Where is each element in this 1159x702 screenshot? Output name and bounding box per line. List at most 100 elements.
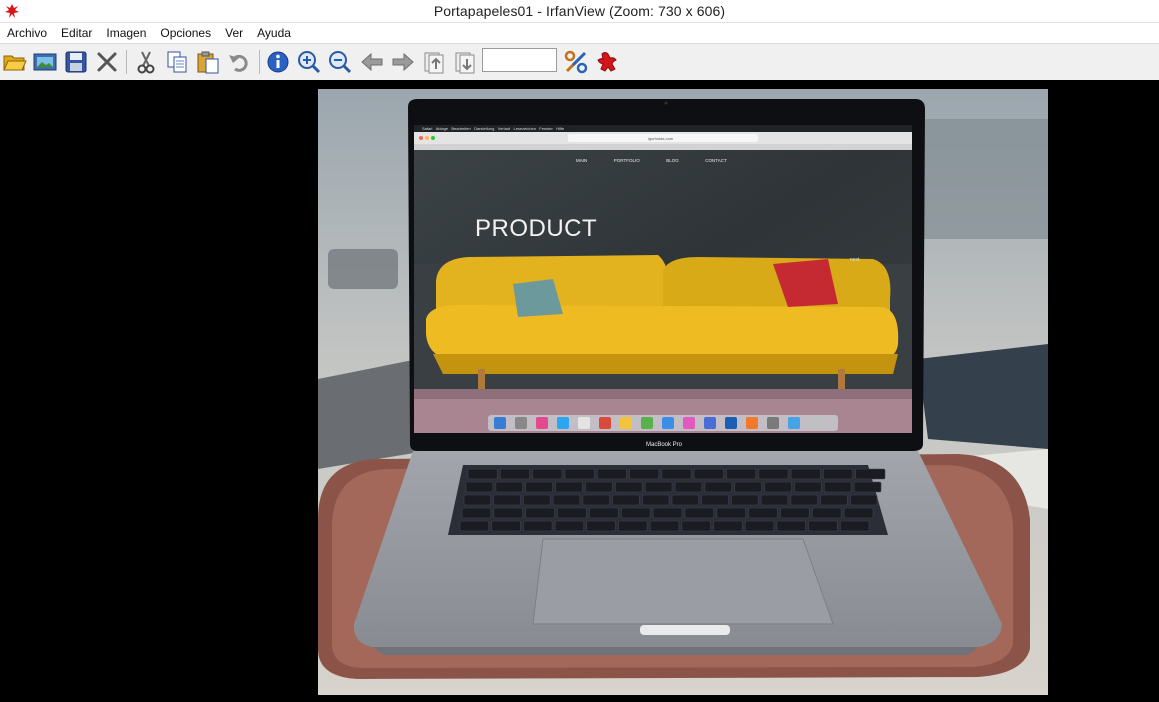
cut-button[interactable] (133, 49, 159, 75)
paste-button[interactable] (195, 49, 221, 75)
dock-app-icon (704, 417, 716, 429)
copy-icon (167, 51, 187, 73)
keyboard-key (820, 494, 848, 506)
copy-button[interactable] (164, 49, 190, 75)
info-button[interactable] (265, 49, 291, 75)
slideshow-icon (33, 53, 57, 71)
mac-menu-item: Darstellung (474, 126, 495, 131)
zoom-input[interactable] (482, 48, 557, 72)
keyboard-key (764, 481, 792, 493)
keyboard-key (776, 520, 806, 532)
keyboard-key (674, 481, 703, 493)
dock-app-icon (662, 417, 674, 429)
menu-editar[interactable]: Editar (54, 23, 99, 43)
mac-menu-item: Bearbeiten (451, 126, 471, 131)
website-nav-portfolio: PORTFOLIO (613, 158, 640, 163)
keyboard-key (500, 468, 530, 480)
keyboard-key (612, 494, 640, 506)
keyboard-key (671, 494, 700, 506)
save-button[interactable] (63, 49, 89, 75)
mac-menu-bar: Safari Ablage Bearbeiten Darstellung Ver… (422, 126, 564, 131)
image-canvas[interactable]: Safari Ablage Bearbeiten Darstellung Ver… (0, 80, 1159, 702)
keyboard-key (585, 481, 613, 493)
keyboard-key (463, 494, 492, 506)
keyboard-key (853, 481, 882, 493)
menu-opciones[interactable]: Opciones (153, 23, 218, 43)
irfanview-button[interactable] (594, 49, 620, 75)
keyboard-key (661, 468, 692, 480)
zoom-out-button[interactable] (327, 49, 353, 75)
delete-icon (97, 52, 117, 72)
keyboard-key (495, 481, 524, 493)
keyboard-key (644, 481, 673, 493)
keyboard-key (641, 494, 670, 506)
browser-url: igorholda.com (648, 136, 674, 141)
slideshow-button[interactable] (32, 49, 58, 75)
keyboard-key (744, 520, 775, 532)
mac-menu-item: Hilfe (556, 126, 565, 131)
menu-imagen[interactable]: Imagen (99, 23, 153, 43)
website-nav-blog: BLOG (666, 158, 679, 163)
next-button[interactable] (390, 49, 416, 75)
dock-app-icon (788, 417, 800, 429)
keyboard-key (557, 507, 587, 519)
zoom-in-button[interactable] (296, 49, 322, 75)
delete-button[interactable] (94, 49, 120, 75)
keyboard-key (855, 468, 886, 480)
dock-app-icon (746, 417, 758, 429)
keyboard-key (525, 507, 555, 519)
keyboard-key (552, 494, 581, 506)
dock-app-icon (620, 417, 632, 429)
keyboard-key (808, 520, 838, 532)
irfanview-icon (597, 52, 617, 72)
keyboard-key (465, 481, 494, 493)
keyboard-key (780, 507, 810, 519)
undo-button[interactable] (226, 49, 252, 75)
menu-ver[interactable]: Ver (218, 23, 250, 43)
dock-app-icon (557, 417, 569, 429)
toolbar-separator (126, 50, 127, 74)
settings-icon (564, 50, 588, 74)
previous-icon (361, 52, 383, 72)
settings-button[interactable] (563, 49, 589, 75)
menu-archivo[interactable]: Archivo (0, 23, 54, 43)
mac-menu-item: Verlauf (497, 126, 511, 131)
keyboard-key (849, 494, 878, 506)
keyboard-key (554, 520, 585, 532)
laptop-label: MacBook Pro (646, 442, 683, 448)
first-page-button[interactable] (421, 49, 447, 75)
website-next-link: next (850, 257, 860, 263)
open-button[interactable] (2, 49, 28, 75)
keyboard-key (649, 520, 680, 532)
dock-app-icon (599, 417, 611, 429)
dock-app-icon (494, 417, 506, 429)
dock-app-icon (515, 417, 527, 429)
keyboard-key (681, 520, 711, 532)
keyboard-key (734, 481, 762, 493)
dock-app-icon (725, 417, 737, 429)
keyboard-key (812, 507, 842, 519)
keyboard-key (618, 520, 648, 532)
keyboard-key (459, 520, 489, 532)
previous-button[interactable] (359, 49, 385, 75)
keyboard-key (652, 507, 683, 519)
keyboard-key (614, 481, 643, 493)
keyboard-key (586, 520, 616, 532)
keyboard-key (467, 468, 498, 480)
last-page-button[interactable] (452, 49, 478, 75)
cut-icon (137, 51, 155, 74)
dock-app-icon (809, 417, 821, 429)
menu-ayuda[interactable]: Ayuda (250, 23, 298, 43)
keyboard-key (493, 494, 521, 506)
mac-menu-item: Lesezeichen (513, 126, 536, 131)
zoom-out-icon (329, 51, 352, 74)
keyboard-key (582, 494, 610, 506)
title-bar: Portapapeles01 - IrfanView (Zoom: 730 x … (0, 0, 1159, 23)
keyboard-key (589, 507, 619, 519)
last-page-icon (455, 52, 475, 74)
keyboard-key (629, 468, 660, 480)
window-title: Portapapeles01 - IrfanView (Zoom: 730 x … (433, 3, 726, 19)
website-heading: PRODUCT (475, 215, 598, 242)
dock-app-icon (578, 417, 590, 429)
website-nav-main: MAIN (576, 158, 588, 163)
